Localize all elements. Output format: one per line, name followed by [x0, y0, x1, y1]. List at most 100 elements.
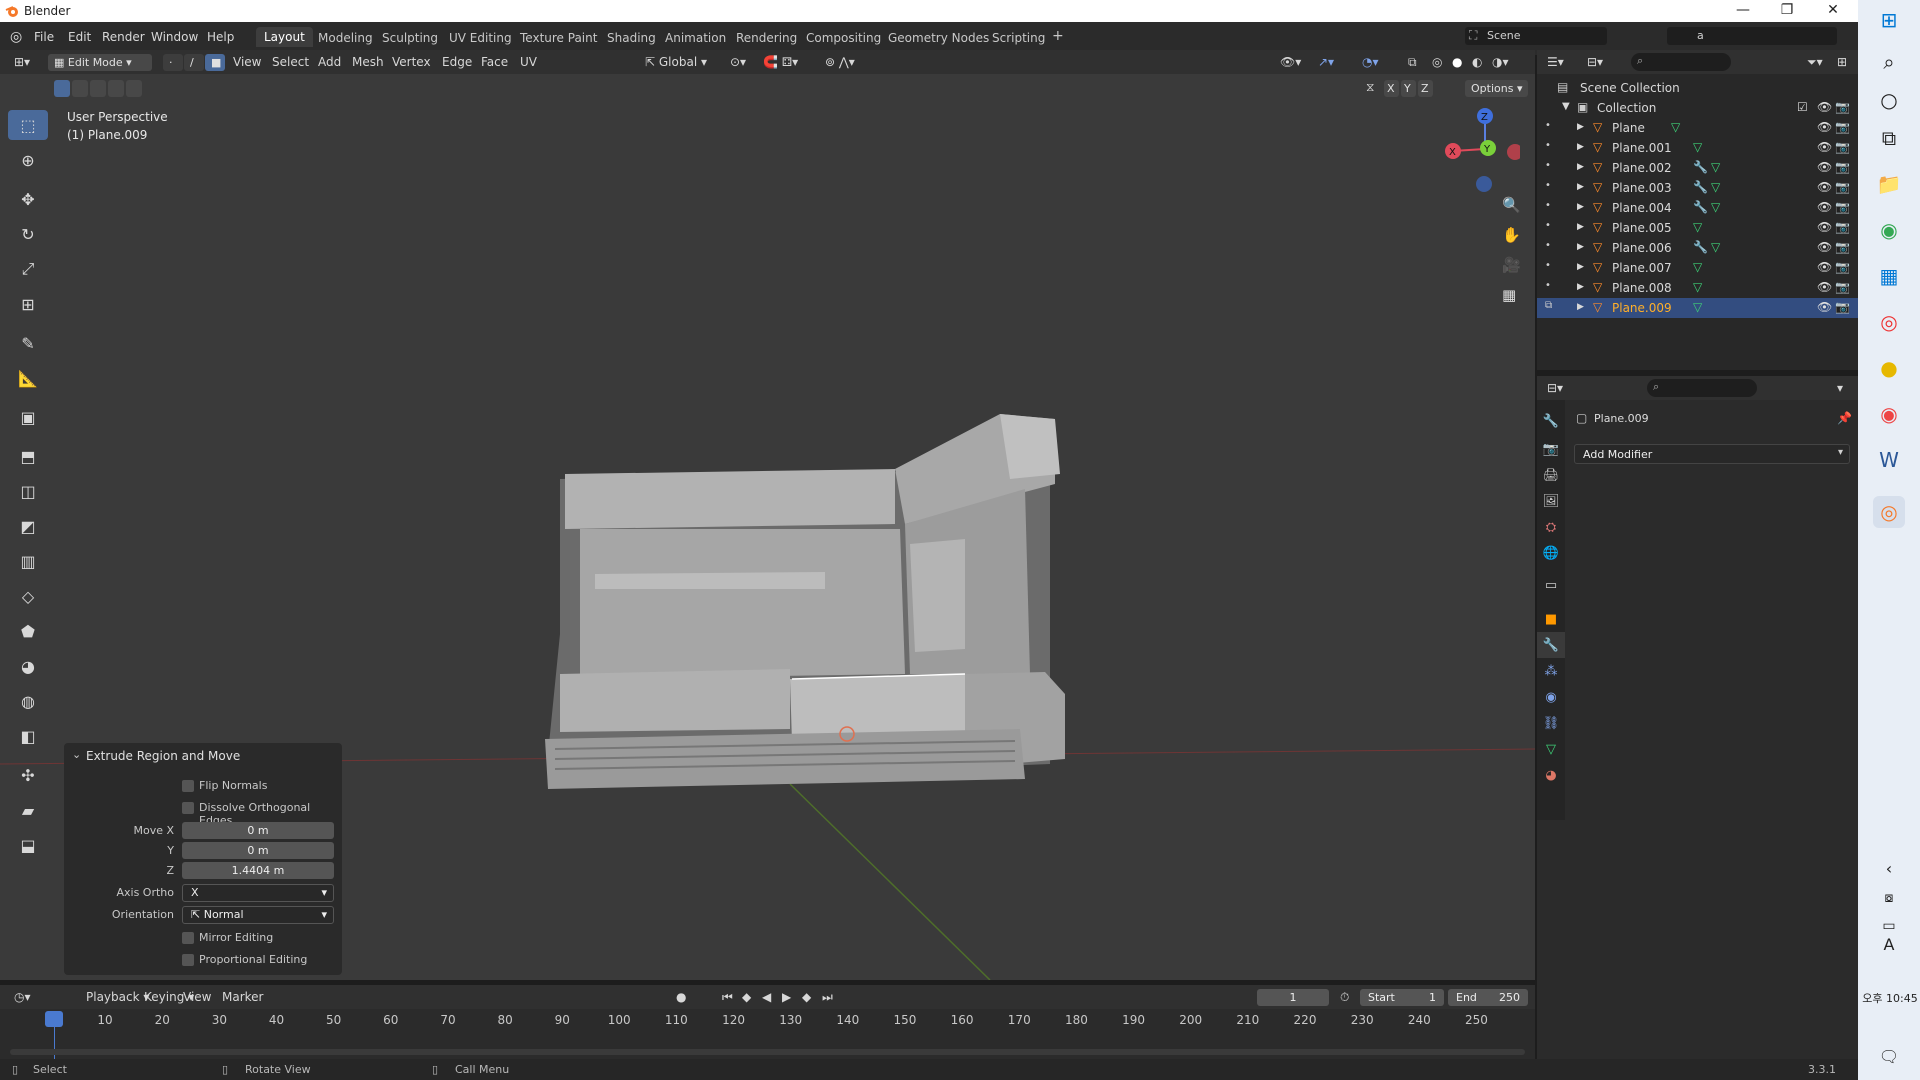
camera-icon[interactable]: 📷	[1835, 120, 1850, 134]
edit-mode-dot-icon[interactable]: •	[1545, 280, 1551, 291]
move-x-field[interactable]: 0 m	[182, 822, 334, 839]
annotate-tool-icon[interactable]: ✎	[8, 328, 48, 358]
transform-tool-icon[interactable]: ⊞	[8, 289, 48, 319]
camera-icon[interactable]: 📷	[1835, 160, 1850, 174]
outliner-item-row[interactable]: • ▶ ▽ Plane.007 ▽ 👁 📷	[1537, 258, 1858, 278]
restore-button[interactable]: ❐	[1764, 2, 1810, 20]
eye-icon[interactable]: 👁	[1817, 220, 1832, 234]
add-workspace-button[interactable]: +	[1052, 28, 1064, 44]
jump-end-icon[interactable]: ⏭	[822, 990, 833, 1005]
rotate-tool-icon[interactable]: ↻	[8, 219, 48, 249]
search-icon[interactable]: ⌕	[1873, 46, 1905, 78]
tab-sculpting[interactable]: Sculpting	[382, 31, 438, 45]
record-icon[interactable]: ●	[676, 990, 686, 1004]
collection-exclude-checkbox[interactable]: ☑	[1797, 100, 1808, 114]
edit-mode-dot-icon[interactable]: ⧉	[1545, 300, 1552, 311]
camera-icon[interactable]: 📷	[1835, 100, 1850, 114]
eye-icon[interactable]: 👁	[1817, 160, 1832, 174]
tab-rendering[interactable]: Rendering	[736, 31, 797, 45]
camera-icon[interactable]: 📷	[1835, 300, 1850, 314]
wireframe-shading-icon[interactable]: ◎	[1432, 55, 1442, 69]
shear-tool-icon[interactable]: ▰	[8, 795, 48, 825]
expand-arrow-icon[interactable]: ▶	[1577, 182, 1584, 192]
collection-tab-icon[interactable]: ▭	[1537, 572, 1565, 598]
menu-render[interactable]: Render	[102, 30, 145, 44]
mirror-editing-checkbox[interactable]	[182, 932, 194, 944]
eye-icon[interactable]: 👁	[1817, 180, 1832, 194]
edit-mode-dot-icon[interactable]: •	[1545, 180, 1551, 191]
file-explorer-icon[interactable]: 📁	[1873, 168, 1905, 200]
prev-keyframe-icon[interactable]: ◆	[742, 990, 751, 1004]
menu-playback[interactable]: Playback ▾	[86, 990, 149, 1004]
overlay-toggle-icon[interactable]: ◔▾	[1362, 55, 1379, 69]
gizmo-toggle-icon[interactable]: ↗▾	[1318, 55, 1334, 69]
dissolve-ortho-checkbox[interactable]	[182, 802, 194, 814]
zoom-icon[interactable]: 🔍	[1502, 196, 1521, 214]
expand-arrow-icon[interactable]: ▶	[1577, 122, 1584, 132]
properties-options-icon[interactable]: ▾	[1837, 381, 1843, 395]
flip-normals-checkbox[interactable]	[182, 780, 194, 792]
mesh-data-icon[interactable]: ▽	[1693, 300, 1702, 314]
timeline-editor-icon[interactable]: ◷▾	[14, 990, 31, 1004]
edge-select-icon[interactable]: /	[184, 54, 204, 71]
properties-search-input[interactable]: ⌕	[1647, 379, 1757, 397]
end-frame-field[interactable]: End 250	[1448, 989, 1528, 1006]
visibility-icon[interactable]: 👁▾	[1280, 55, 1301, 69]
ime-indicator[interactable]: A	[1873, 928, 1905, 960]
outliner-item-row[interactable]: • ▶ ▽ Plane.003 🔧 ▽ 👁 📷	[1537, 178, 1858, 198]
camera-icon[interactable]: 📷	[1835, 260, 1850, 274]
solid-shading-icon[interactable]: ●	[1452, 55, 1462, 69]
options-dropdown[interactable]: Options ▾	[1465, 80, 1529, 97]
eye-icon[interactable]: 👁	[1817, 200, 1832, 214]
outliner-item-row[interactable]: • ▶ ▽ Plane.001 ▽ 👁 📷	[1537, 138, 1858, 158]
chevron-left-icon[interactable]: ‹	[1873, 852, 1905, 884]
kakaotalk-icon[interactable]: ●	[1873, 352, 1905, 384]
axis-ortho-select[interactable]: X ▾	[182, 884, 334, 902]
cursor-tool-icon[interactable]: ⊕	[8, 145, 48, 175]
tab-layout[interactable]: Layout	[256, 27, 313, 47]
loop-cut-tool-icon[interactable]: ▥	[8, 546, 48, 576]
playhead-marker[interactable]	[45, 1011, 63, 1027]
menu-vertex[interactable]: Vertex	[392, 55, 431, 69]
pivot-icon[interactable]: ⊙▾	[730, 55, 746, 69]
camera-icon[interactable]: 📷	[1835, 280, 1850, 294]
camera-icon[interactable]: 📷	[1835, 220, 1850, 234]
mirror-z-toggle[interactable]: Z	[1418, 80, 1433, 97]
eye-icon[interactable]: 👁	[1817, 300, 1832, 314]
constraints-tab-icon[interactable]: ⛓	[1537, 710, 1565, 736]
view-layer-tab-icon[interactable]: 🖼	[1537, 488, 1565, 514]
menu-face[interactable]: Face	[481, 55, 508, 69]
chrome-profile-icon[interactable]: ◉	[1873, 398, 1905, 430]
edit-mode-dot-icon[interactable]: •	[1545, 240, 1551, 251]
camera-icon[interactable]: 📷	[1835, 240, 1850, 254]
select-intersect-icon[interactable]	[126, 80, 142, 97]
measure-tool-icon[interactable]: 📐	[8, 363, 48, 393]
tab-animation[interactable]: Animation	[665, 31, 726, 45]
outliner-search-input[interactable]: ⌕	[1631, 53, 1731, 71]
modifier-wrench-icon[interactable]: 🔧	[1693, 240, 1708, 254]
add-cube-tool-icon[interactable]: ▣	[8, 402, 48, 432]
menu-marker[interactable]: Marker	[222, 990, 263, 1004]
menu-timeline-view[interactable]: View	[183, 990, 211, 1004]
menu-help[interactable]: Help	[207, 30, 234, 44]
next-keyframe-icon[interactable]: ◆	[802, 990, 811, 1004]
scale-tool-icon[interactable]: ⤢	[8, 254, 48, 284]
particles-tab-icon[interactable]: ⁂	[1537, 658, 1565, 684]
transform-orientation-selector[interactable]: ⇱ Global ▾	[645, 54, 707, 71]
spin-tool-icon[interactable]: ◕	[8, 651, 48, 681]
camera-icon[interactable]: 📷	[1835, 140, 1850, 154]
camera-app-icon[interactable]: ◎	[1873, 306, 1905, 338]
task-view-icon[interactable]: ⧉	[1873, 122, 1905, 154]
mesh-data-icon[interactable]: ▽	[1711, 180, 1720, 194]
view-layer-selector[interactable]: a	[1667, 27, 1837, 45]
outliner-item-row[interactable]: • ▶ ▽ Plane ▽ 👁 📷	[1537, 118, 1858, 138]
move-y-field[interactable]: 0 m	[182, 842, 334, 859]
tab-compositing[interactable]: Compositing	[806, 31, 881, 45]
tool-tab-icon[interactable]: 🔧	[1537, 408, 1565, 434]
edit-mode-dot-icon[interactable]: •	[1545, 140, 1551, 151]
navigation-gizmo[interactable]: Z Y X	[1440, 104, 1520, 194]
minimize-button[interactable]: —	[1720, 2, 1766, 20]
timeline-scrollbar[interactable]	[10, 1049, 1525, 1055]
object-tab-icon[interactable]: ■	[1537, 606, 1565, 632]
menu-select[interactable]: Select	[272, 55, 309, 69]
